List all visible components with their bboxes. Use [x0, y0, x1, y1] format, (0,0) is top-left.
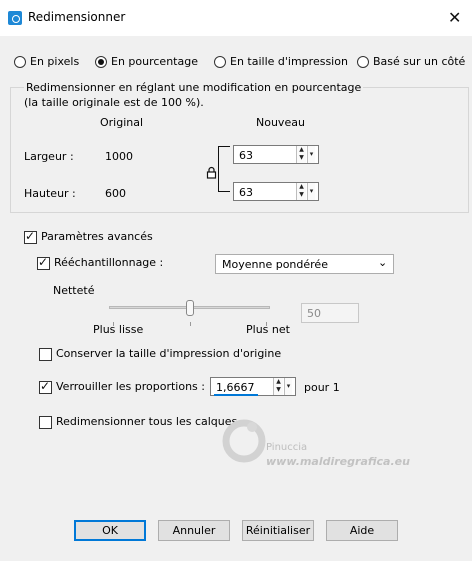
resample-label: Rééchantillonnage :	[54, 256, 164, 269]
group-description-line1: Redimensionner en réglant une modificati…	[24, 81, 364, 94]
lock-ratio-spin-buttons[interactable]: ▲ ▼	[273, 378, 283, 395]
keep-print-size-label: Conserver la taille d'impression d'origi…	[56, 347, 282, 360]
radio-en-pourcentage-label: En pourcentage	[111, 55, 198, 68]
radio-taille-impression[interactable]	[214, 56, 226, 68]
watermark-url: www.maldiregrafica.eu	[266, 455, 410, 468]
height-original-value: 600	[105, 187, 126, 200]
app-icon	[8, 11, 22, 25]
lock-bracket-bottom	[218, 191, 230, 192]
chevron-down-icon: ⌄	[378, 256, 388, 269]
title-bar: Redimensionner ✕	[0, 0, 472, 36]
keep-print-size-checkbox[interactable]	[39, 348, 52, 361]
slider-tick-mid	[190, 322, 191, 326]
lock-ratio-dropdown-icon[interactable]: ▾	[284, 378, 292, 395]
radio-taille-impression-label: En taille d'impression	[230, 55, 348, 68]
width-unit-dropdown-icon[interactable]: ▾	[307, 146, 315, 163]
watermark-logo-icon	[222, 419, 266, 463]
sharpness-value: 50	[307, 307, 321, 320]
sharpness-label: Netteté	[53, 284, 95, 297]
lock-ratio-value: 1,6667	[216, 381, 255, 394]
lock-ratio-checkbox[interactable]	[39, 379, 52, 394]
ok-button[interactable]: OK	[74, 520, 146, 541]
radio-en-pixels-label: En pixels	[30, 55, 80, 68]
resample-method-value: Moyenne pondérée	[222, 258, 328, 271]
close-icon[interactable]: ✕	[448, 8, 461, 27]
advanced-params-checkbox[interactable]	[24, 229, 37, 244]
width-label: Largeur :	[24, 150, 74, 163]
radio-base-sur-un-cote-label: Basé sur un côté	[373, 55, 466, 68]
cancel-button[interactable]: Annuler	[158, 520, 230, 541]
radio-base-sur-un-cote[interactable]	[357, 56, 369, 68]
resize-all-layers-checkbox[interactable]	[39, 416, 52, 429]
width-spin-buttons[interactable]: ▲ ▼	[296, 146, 306, 163]
help-button[interactable]: Aide	[326, 520, 398, 541]
sharpness-value-field: 50	[301, 303, 359, 323]
radio-en-pixels[interactable]	[14, 56, 26, 68]
width-original-value: 1000	[105, 150, 133, 163]
resample-checkbox[interactable]	[37, 255, 50, 270]
window-title: Redimensionner	[28, 10, 126, 24]
focus-underline	[214, 394, 258, 396]
lock-ratio-label: Verrouiller les proportions :	[56, 380, 205, 393]
height-spin-buttons[interactable]: ▲ ▼	[296, 183, 306, 200]
width-new-value: 63	[239, 149, 253, 162]
lock-bracket-side	[218, 146, 219, 191]
height-unit-dropdown-icon[interactable]: ▾	[307, 183, 315, 200]
height-label: Hauteur :	[24, 187, 76, 200]
resample-method-select[interactable]: Moyenne pondérée ⌄	[215, 254, 394, 274]
watermark-name: Pinuccia	[266, 442, 308, 453]
height-new-value: 63	[239, 186, 253, 199]
lock-ratio-suffix: pour 1	[304, 381, 340, 394]
reset-button[interactable]: Réinitialiser	[242, 520, 314, 541]
advanced-params-label: Paramètres avancés	[41, 230, 153, 243]
lock-ratio-field[interactable]: 1,6667 ▲ ▼ ▾	[210, 377, 296, 396]
column-new-heading: Nouveau	[256, 116, 305, 129]
width-new-field[interactable]: 63 ▲ ▼ ▾	[233, 145, 319, 164]
lock-bracket-top	[218, 146, 230, 147]
radio-en-pourcentage[interactable]	[95, 56, 107, 68]
sharpness-min-label: Plus lisse	[93, 323, 144, 336]
group-description-line2: (la taille originale est de 100 %).	[24, 96, 204, 109]
sharpness-max-label: Plus net	[246, 323, 290, 336]
watermark: Pinuccia www.maldiregrafica.eu	[210, 413, 460, 483]
sharpness-slider-thumb[interactable]	[186, 300, 194, 316]
lock-icon[interactable]	[206, 166, 217, 179]
column-original-heading: Original	[100, 116, 144, 129]
height-new-field[interactable]: 63 ▲ ▼ ▾	[233, 182, 319, 201]
